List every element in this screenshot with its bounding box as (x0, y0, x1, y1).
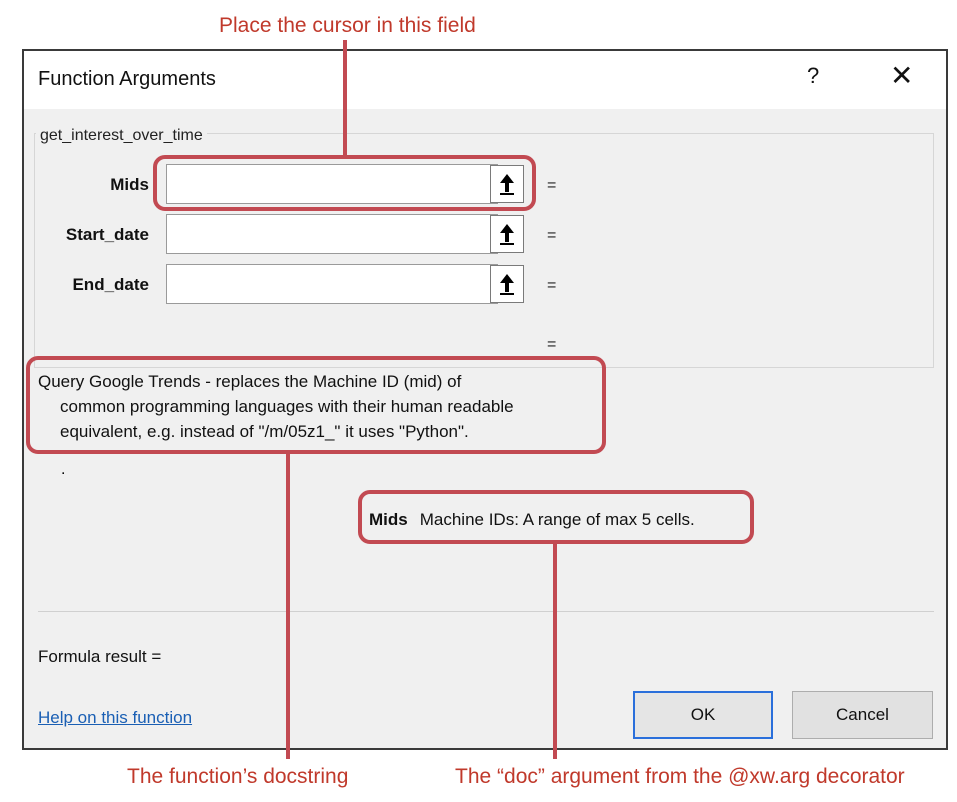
argument-help: Mids Machine IDs: A range of max 5 cells. (369, 510, 695, 530)
up-arrow-icon (500, 224, 514, 245)
help-on-function-link[interactable]: Help on this function (38, 708, 192, 728)
divider (38, 611, 934, 612)
end-date-input[interactable] (166, 264, 498, 304)
description-line: equivalent, e.g. instead of "/m/05z1_" i… (60, 422, 469, 441)
callout-doc-argument: The “doc” argument from the @xw.arg deco… (455, 765, 905, 788)
help-icon[interactable]: ? (807, 63, 819, 89)
function-arguments-dialog: Function Arguments ? ✕ get_interest_over… (22, 49, 948, 750)
description-trailer: . (61, 461, 66, 478)
start-date-equals: = (547, 227, 557, 244)
argument-help-text: Machine IDs: A range of max 5 cells. (419, 510, 695, 529)
ok-button[interactable]: OK (633, 691, 773, 739)
arg-label-mids: Mids (110, 175, 149, 194)
mids-collapse-button[interactable] (490, 165, 524, 203)
arg-label-end-date: End_date (72, 275, 149, 294)
up-arrow-icon (500, 274, 514, 295)
description-line: common programming languages with their … (60, 397, 514, 416)
end-date-equals: = (547, 277, 557, 294)
dialog-titlebar: Function Arguments ? ✕ (24, 51, 946, 109)
callout-place-cursor: Place the cursor in this field (219, 14, 476, 37)
callout-docstring: The function’s docstring (127, 765, 349, 788)
up-arrow-icon (500, 174, 514, 195)
result-equals: = (547, 336, 557, 353)
annotation-connector-top (343, 40, 347, 157)
annotation-connector-doc-arg (553, 542, 557, 759)
start-date-input[interactable] (166, 214, 498, 254)
close-icon[interactable]: ✕ (890, 59, 913, 92)
dialog-title: Function Arguments (38, 68, 216, 90)
end-date-collapse-button[interactable] (490, 265, 524, 303)
argument-help-name: Mids (369, 510, 408, 529)
function-name-label: get_interest_over_time (36, 127, 207, 145)
formula-result: Formula result = (38, 647, 162, 666)
function-description: Query Google Trends - replaces the Machi… (38, 369, 618, 444)
cancel-button[interactable]: Cancel (792, 691, 933, 739)
description-line: Query Google Trends - replaces the Machi… (38, 372, 462, 391)
start-date-collapse-button[interactable] (490, 215, 524, 253)
mids-equals: = (547, 177, 557, 194)
arg-label-start-date: Start_date (65, 225, 149, 244)
mids-input[interactable] (166, 164, 498, 204)
annotation-connector-docstring (286, 452, 290, 759)
